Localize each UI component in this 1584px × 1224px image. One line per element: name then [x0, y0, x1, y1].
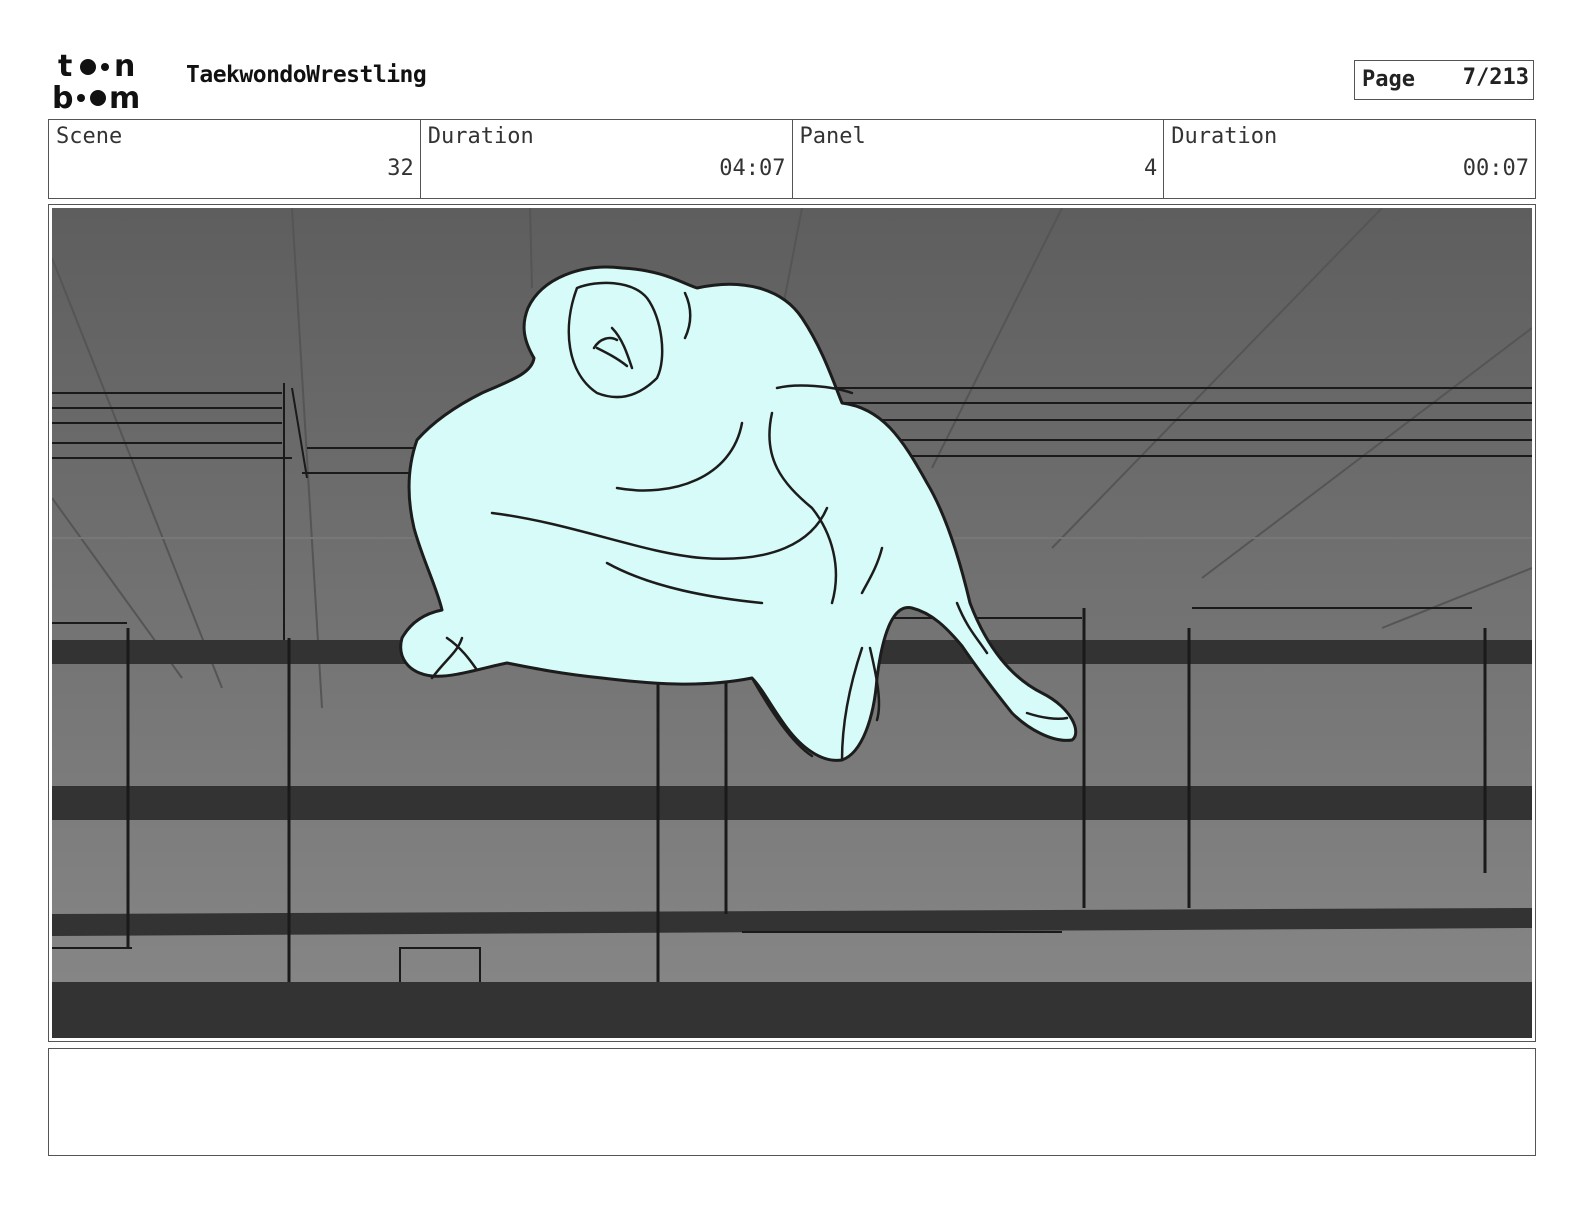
panel-drawing — [52, 208, 1532, 1038]
scene-cell: Scene 32 — [49, 120, 421, 198]
page-label: Page — [1362, 67, 1415, 92]
toon-boom-logo: t n b m — [52, 50, 140, 112]
page-number: 7/213 — [1462, 65, 1529, 90]
svg-text:m: m — [109, 81, 140, 112]
project-title: TaekwondoWrestling — [186, 62, 427, 88]
svg-text:b: b — [52, 81, 73, 112]
panel-duration-cell: Duration 00:07 — [1164, 120, 1535, 198]
panel-cell: Panel 4 — [793, 120, 1165, 198]
svg-text:n: n — [114, 50, 135, 84]
scene-value: 32 — [387, 156, 414, 181]
scene-info-row: Scene 32 Duration 04:07 Panel 4 Duration… — [48, 119, 1536, 199]
panel-duration-value: 00:07 — [1462, 156, 1529, 181]
svg-text:t: t — [58, 50, 72, 84]
panel-label: Panel — [799, 124, 866, 149]
panel-notes — [48, 1048, 1536, 1156]
storyboard-panel — [48, 204, 1536, 1042]
page-indicator: Page 7/213 — [1354, 60, 1534, 100]
scene-label: Scene — [56, 124, 123, 149]
panel-value: 4 — [1144, 156, 1158, 181]
panel-duration-label: Duration — [1171, 124, 1278, 149]
scene-duration-cell: Duration 04:07 — [421, 120, 793, 198]
scene-duration-value: 04:07 — [719, 156, 786, 181]
scene-duration-label: Duration — [427, 124, 534, 149]
